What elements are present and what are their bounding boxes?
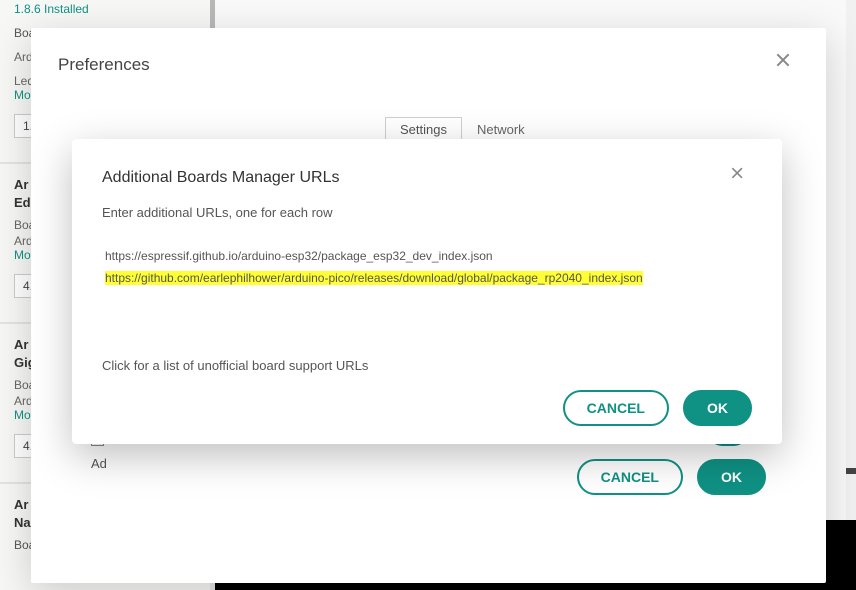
- installed-badge: 1.8.6 Installed: [14, 2, 205, 16]
- close-icon[interactable]: [774, 50, 798, 74]
- tab-network[interactable]: Network: [463, 117, 539, 141]
- tab-settings[interactable]: Settings: [385, 117, 462, 141]
- dialog-title: Preferences: [31, 28, 826, 83]
- url-line-highlighted: https://github.com/earlephilhower/arduin…: [105, 267, 749, 289]
- preferences-buttons: CANCEL OK: [577, 459, 766, 495]
- modal-title: Additional Boards Manager URLs: [72, 139, 782, 193]
- close-icon[interactable]: [728, 163, 752, 187]
- unofficial-support-link[interactable]: Click for a list of unofficial board sup…: [72, 350, 782, 373]
- ok-button[interactable]: OK: [683, 390, 752, 426]
- urls-textarea[interactable]: https://espressif.github.io/arduino-esp3…: [102, 240, 752, 350]
- cancel-button[interactable]: CANCEL: [563, 390, 669, 426]
- ok-button[interactable]: OK: [697, 459, 766, 495]
- cancel-button[interactable]: CANCEL: [577, 459, 683, 495]
- content-scrollbar[interactable]: [846, 0, 856, 520]
- additional-urls-modal: Additional Boards Manager URLs Enter add…: [72, 139, 782, 444]
- url-line: https://espressif.github.io/arduino-esp3…: [105, 245, 749, 267]
- modal-subtitle: Enter additional URLs, one for each row: [72, 193, 782, 220]
- modal-buttons: CANCEL OK: [563, 390, 752, 426]
